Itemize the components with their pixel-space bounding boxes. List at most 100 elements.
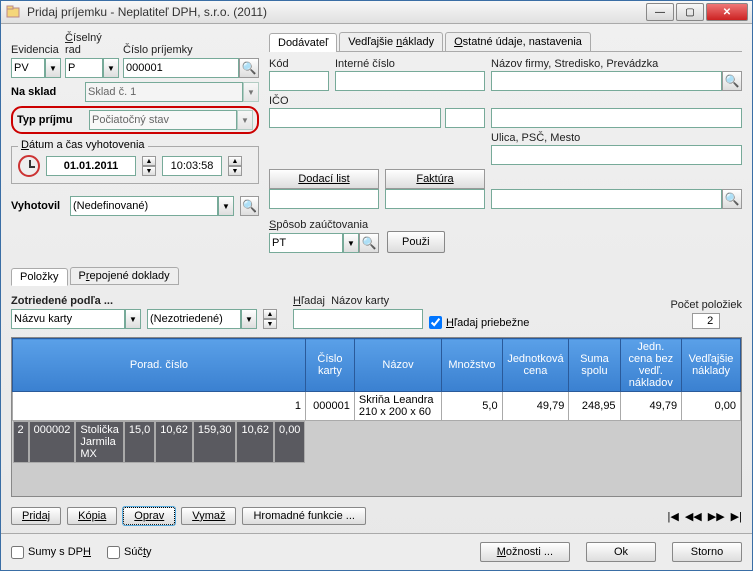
window-buttons: — ▢ ✕: [646, 3, 748, 21]
table-row[interactable]: 1000001Skriňa Leandra 210 x 200 x 605,04…: [13, 392, 741, 421]
date-spinner[interactable]: ▲▼: [142, 156, 156, 176]
evidencia-select[interactable]: [11, 58, 45, 78]
search-input[interactable]: [293, 309, 423, 329]
nav-prev-icon[interactable]: ◀◀: [685, 510, 702, 523]
sposob-lookup-icon[interactable]: 🔍: [359, 233, 379, 253]
moznosti-button[interactable]: Možnosti ...: [480, 542, 570, 562]
maximize-button[interactable]: ▢: [676, 3, 704, 21]
ico-input[interactable]: [269, 108, 441, 128]
sumy-dph-checkbox[interactable]: Sumy s DPH: [11, 546, 91, 559]
ciselny-rad-select[interactable]: [65, 58, 103, 78]
firma2-input[interactable]: [491, 108, 742, 128]
top-row: Evidencia ▼ Číselný rad ▼: [11, 32, 742, 257]
sposob-drop-icon[interactable]: ▼: [343, 233, 359, 253]
typ-prijmu-row: Typ príjmu ▼: [11, 106, 259, 134]
right-column: Dodávateľ Vedľajšie náklady Ostatné údaj…: [269, 32, 742, 257]
time-spinner[interactable]: ▲▼: [228, 156, 242, 176]
sort-spinner[interactable]: ▲▼: [263, 309, 277, 329]
footer: Sumy s DPH Súčty Možnosti ... Ok Storno: [1, 533, 752, 570]
close-button[interactable]: ✕: [706, 3, 748, 21]
nazovfirmy-input[interactable]: [491, 71, 722, 91]
time-input[interactable]: [162, 156, 222, 176]
items-bar: Zotriedené podľa ... ▼ ▼ ▲▼ Hľadaj Názov…: [11, 295, 742, 329]
hromadne-button[interactable]: Hromadné funkcie ...: [242, 507, 366, 525]
col-jbez[interactable]: Jedn. cena bez vedľ. nákladov: [620, 339, 682, 392]
cislo-lookup-icon[interactable]: 🔍: [239, 58, 259, 78]
vyhotovil-label: Vyhotovil: [11, 200, 64, 212]
search-live-checkbox[interactable]: [429, 316, 442, 329]
tab-prepojene[interactable]: Prepojené doklady: [70, 267, 179, 285]
kod-input[interactable]: [269, 71, 329, 91]
vyhotovil-drop-icon[interactable]: ▼: [218, 196, 234, 216]
vyhotovil-lookup-icon[interactable]: 🔍: [240, 196, 259, 216]
firma-lookup-icon[interactable]: 🔍: [722, 71, 742, 91]
sort-label: Zotriedené podľa ...: [11, 295, 141, 307]
ulica-input[interactable]: [491, 145, 742, 165]
pouzi-button[interactable]: Použi: [387, 231, 445, 253]
cislo-prijemky-input[interactable]: [123, 58, 239, 78]
window: Pridaj príjemku - Neplatiteľ DPH, s.r.o.…: [0, 0, 753, 571]
sposob-select[interactable]: [269, 233, 343, 253]
sucty-checkbox[interactable]: Súčty: [107, 546, 152, 559]
app-icon: [5, 4, 21, 20]
ciselny-rad-label: Číselný rad: [65, 32, 119, 56]
col-mnoz[interactable]: Množstvo: [442, 339, 502, 392]
item-count: Počet položiek 2: [670, 299, 742, 329]
mesto-lookup-icon[interactable]: 🔍: [722, 189, 742, 209]
ciselny-rad-drop-icon[interactable]: ▼: [103, 58, 119, 78]
ico-input2[interactable]: [445, 108, 485, 128]
items-grid[interactable]: Porad. číslo Číslo karty Názov Množstvo …: [11, 337, 742, 497]
sort1-select[interactable]: [11, 309, 125, 329]
window-title: Pridaj príjemku - Neplatiteľ DPH, s.r.o.…: [27, 5, 646, 19]
id-row: Evidencia ▼ Číselný rad ▼: [11, 32, 259, 78]
tab-ostatne[interactable]: Ostatné údaje, nastavenia: [445, 32, 591, 51]
oprav-button[interactable]: Oprav: [123, 507, 175, 525]
date-input[interactable]: [46, 156, 136, 176]
col-vedl[interactable]: Vedľajšie náklady: [682, 339, 741, 392]
pridaj-button[interactable]: Pridaj: [11, 507, 61, 525]
dodaci-list-button[interactable]: Dodací list: [269, 169, 379, 189]
ok-button[interactable]: Ok: [586, 542, 656, 562]
interne-input[interactable]: [335, 71, 485, 91]
vyhotovil-select[interactable]: [70, 196, 218, 216]
tab-dodavatel[interactable]: Dodávateľ: [269, 33, 337, 52]
interne-label: Interné číslo: [335, 58, 485, 70]
na-sklad-select: [85, 82, 243, 102]
nav-last-icon[interactable]: ▶|: [731, 510, 742, 523]
dodaci-input[interactable]: [269, 189, 379, 209]
minimize-button[interactable]: —: [646, 3, 674, 21]
nav-next-icon[interactable]: ▶▶: [708, 510, 725, 523]
items-tabs: Položky Prepojené doklady: [11, 267, 742, 285]
faktura-input[interactable]: [385, 189, 485, 209]
date-group-title: Dátum a čas vyhotovenia: [18, 139, 148, 151]
col-cislo[interactable]: Číslo karty: [305, 339, 354, 392]
table-row[interactable]: 2000002Stolička Jarmila MX15,010,62159,3…: [13, 421, 306, 463]
vymaz-button[interactable]: Vymaž: [181, 507, 236, 525]
faktura-button[interactable]: Faktúra: [385, 169, 485, 189]
cislo-prijemky-label: Číslo príjemky: [123, 44, 259, 56]
storno-button[interactable]: Storno: [672, 542, 742, 562]
tab-polozky[interactable]: Položky: [11, 268, 68, 286]
evidencia-drop-icon[interactable]: ▼: [45, 58, 61, 78]
vyhotovil-row: Vyhotovil ▼ 🔍: [11, 196, 259, 216]
nazovfirmy-label: Názov firmy, Stredisko, Prevádzka: [491, 58, 742, 70]
mesto-input[interactable]: [491, 189, 722, 209]
col-porad[interactable]: Porad. číslo: [13, 339, 306, 392]
na-sklad-row: Na sklad ▼: [11, 82, 259, 102]
typ-prijmu-drop-icon[interactable]: ▼: [237, 110, 253, 130]
col-jcena[interactable]: Jednotková cena: [502, 339, 569, 392]
supplier-tabs: Dodávateľ Vedľajšie náklady Ostatné údaj…: [269, 32, 742, 52]
typ-prijmu-select[interactable]: [89, 110, 237, 130]
posting-row: Spôsob zaúčtovania ▼ 🔍 Použi: [269, 215, 742, 257]
tab-vedlajsie[interactable]: Vedľajšie náklady: [339, 32, 443, 51]
sort2-select[interactable]: [147, 309, 241, 329]
content: Evidencia ▼ Číselný rad ▼: [1, 24, 752, 533]
sort2-drop-icon[interactable]: ▼: [241, 309, 257, 329]
nav-first-icon[interactable]: |◀: [668, 510, 679, 523]
search-live[interactable]: Hľadaj priebežne: [429, 316, 529, 329]
col-suma[interactable]: Suma spolu: [569, 339, 620, 392]
ico-label: IČO: [269, 95, 485, 107]
col-nazov[interactable]: Názov: [354, 339, 441, 392]
kopia-button[interactable]: Kópia: [67, 507, 117, 525]
sort1-drop-icon[interactable]: ▼: [125, 309, 141, 329]
